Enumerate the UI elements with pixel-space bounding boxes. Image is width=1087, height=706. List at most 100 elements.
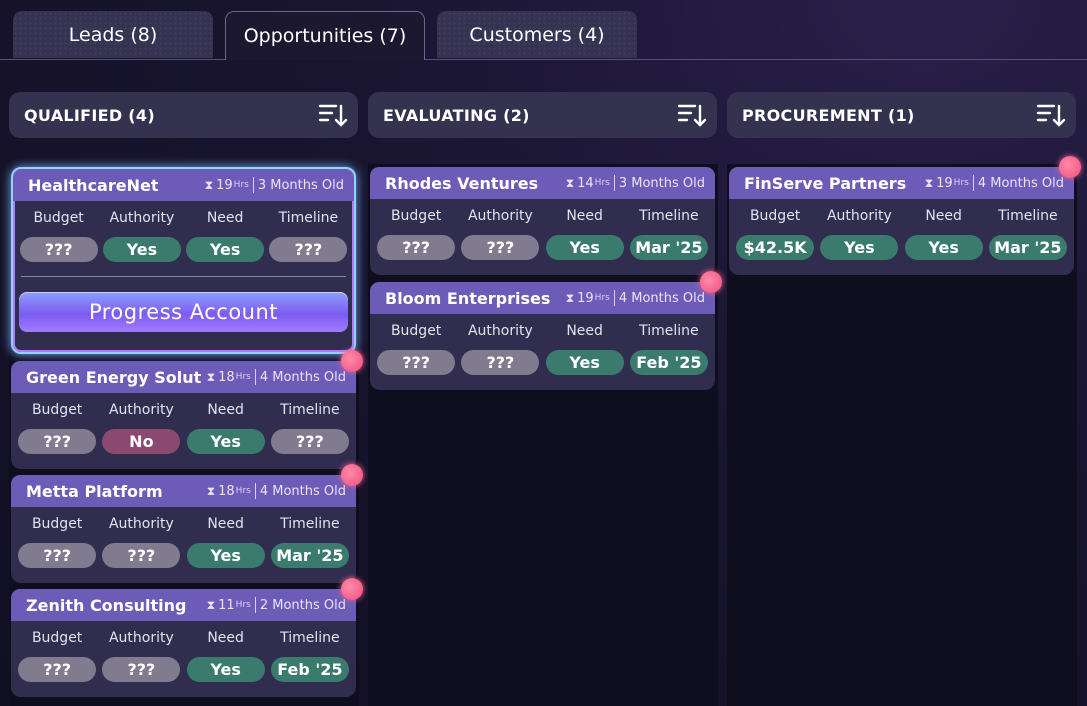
opportunity-card[interactable]: Zenith Consulting ⧗ 11 Hrs 2 Months Old B…	[11, 578, 363, 697]
opportunity-card[interactable]: Bloom Enterprises ⧗ 19 Hrs 4 Months Old B…	[370, 271, 722, 390]
hours-value: 18	[218, 483, 235, 499]
authority-label: Authority	[108, 630, 174, 646]
timeline-label: Timeline	[280, 630, 340, 646]
opportunity-card[interactable]: FinServe Partners ⧗ 19 Hrs 4 Months Old B…	[729, 156, 1081, 275]
authority-value: ???	[461, 350, 540, 375]
notification-dot	[341, 350, 363, 372]
age-label: 3 Months Old	[618, 175, 705, 191]
timeline-value: ???	[270, 429, 349, 454]
hours-unit: Hrs	[235, 372, 251, 382]
notification-dot	[700, 271, 722, 293]
progress-account-button[interactable]: Progress Account	[19, 292, 348, 332]
hours-unit: Hrs	[235, 486, 251, 496]
authority-label: Authority	[109, 210, 175, 226]
authority-value: Yes	[102, 237, 181, 262]
age-label: 4 Months Old	[259, 369, 346, 385]
authority-label: Authority	[467, 208, 533, 224]
column-title: EVALUATING (2)	[383, 105, 530, 125]
tab-bar: Leads (8) Opportunities (7) Customers (4…	[0, 0, 1087, 60]
authority-value: ???	[102, 543, 181, 568]
card-header: Rhodes Ventures ⧗ 14 Hrs 3 Months Old	[370, 167, 715, 199]
need-label: Need	[925, 208, 962, 224]
column-header-qualified: QUALIFIED (4)	[9, 92, 358, 138]
authority-label: Authority	[108, 516, 174, 532]
timeline-label: Timeline	[278, 210, 339, 226]
budget-label: Budget	[390, 323, 442, 339]
account-name: Rhodes Ventures	[385, 173, 539, 193]
hours-unit: Hrs	[235, 600, 251, 610]
divider	[21, 276, 346, 277]
opportunity-card[interactable]: Green Energy Soluti ⧗ 18 Hrs 4 Months Old…	[11, 350, 363, 469]
account-name: Zenith Consulting	[26, 595, 187, 615]
notification-dot	[1059, 156, 1081, 178]
age-label: 4 Months Old	[259, 483, 346, 499]
need-label: Need	[207, 402, 244, 418]
timeline-label: Timeline	[998, 208, 1058, 224]
budget-label: Budget	[31, 402, 83, 418]
budget-label: Budget	[33, 210, 84, 226]
need-label: Need	[566, 323, 603, 339]
column-title: QUALIFIED (4)	[24, 105, 155, 125]
account-name: Green Energy Soluti	[26, 367, 201, 387]
budget-value: $42.5K	[736, 235, 815, 260]
hourglass-icon: ⧗	[206, 369, 216, 384]
tab-label: Customers (4)	[469, 23, 605, 46]
need-label: Need	[207, 630, 244, 646]
hours-unit: Hrs	[594, 178, 610, 188]
tab-label: Opportunities (7)	[243, 25, 407, 47]
card-header: FinServe Partners ⧗ 19 Hrs 4 Months Old	[729, 167, 1074, 199]
authority-value: ???	[102, 657, 181, 682]
timeline-value: ???	[269, 237, 348, 262]
hours-value: 19	[577, 290, 594, 306]
tab-customers[interactable]: Customers (4)	[437, 11, 637, 58]
card-header: HealthcareNet ⧗ 19 Hrs 3 Months Old	[13, 169, 354, 201]
need-label: Need	[566, 208, 603, 224]
budget-value: ???	[377, 350, 456, 375]
column-title: PROCUREMENT (1)	[742, 105, 915, 125]
authority-label: Authority	[826, 208, 892, 224]
hours-value: 18	[218, 369, 235, 385]
hours-unit: Hrs	[233, 180, 249, 190]
budget-label: Budget	[749, 208, 801, 224]
budget-label: Budget	[31, 630, 83, 646]
authority-label: Authority	[108, 402, 174, 418]
card-header: Bloom Enterprises ⧗ 19 Hrs 4 Months Old	[370, 282, 715, 314]
authority-value: ???	[461, 235, 540, 260]
need-label: Need	[206, 210, 244, 226]
hours-value: 14	[577, 175, 594, 191]
sort-icon[interactable]	[318, 100, 348, 130]
hourglass-icon: ⧗	[206, 597, 216, 612]
card-header: Green Energy Soluti ⧗ 18 Hrs 4 Months Old	[11, 361, 356, 393]
hourglass-icon: ⧗	[924, 175, 934, 190]
age-label: 4 Months Old	[618, 290, 705, 306]
sort-icon[interactable]	[677, 100, 707, 130]
account-name: FinServe Partners	[744, 173, 907, 193]
hourglass-icon: ⧗	[206, 483, 216, 498]
need-value: Yes	[904, 235, 983, 260]
budget-value: ???	[19, 237, 98, 262]
sort-icon[interactable]	[1036, 100, 1066, 130]
timeline-label: Timeline	[280, 516, 340, 532]
need-value: Yes	[186, 237, 265, 262]
budget-value: ???	[377, 235, 456, 260]
account-name: Bloom Enterprises	[385, 288, 551, 308]
column-header-evaluating: EVALUATING (2)	[368, 92, 717, 138]
need-value: Yes	[186, 543, 265, 568]
timeline-label: Timeline	[280, 402, 340, 418]
tab-leads[interactable]: Leads (8)	[13, 11, 213, 58]
card-header: Zenith Consulting ⧗ 11 Hrs 2 Months Old	[11, 589, 356, 621]
age-label: 4 Months Old	[977, 175, 1064, 191]
opportunity-card[interactable]: Metta Platform ⧗ 18 Hrs 4 Months Old Budg…	[11, 464, 363, 583]
hours-unit: Hrs	[953, 178, 969, 188]
notification-dot	[341, 578, 363, 600]
account-name: Metta Platform	[26, 481, 163, 501]
budget-value: ???	[18, 429, 97, 454]
opportunity-card[interactable]: Rhodes Ventures ⧗ 14 Hrs 3 Months Old Bud…	[370, 167, 715, 275]
card-header: Metta Platform ⧗ 18 Hrs 4 Months Old	[11, 475, 356, 507]
hours-value: 11	[218, 597, 235, 613]
tab-opportunities[interactable]: Opportunities (7)	[225, 11, 425, 60]
account-name: HealthcareNet	[28, 175, 159, 195]
opportunity-card[interactable]: HealthcareNet ⧗ 19 Hrs 3 Months Old Budge…	[11, 167, 356, 354]
timeline-value: Mar '25	[629, 235, 708, 260]
timeline-label: Timeline	[639, 208, 699, 224]
